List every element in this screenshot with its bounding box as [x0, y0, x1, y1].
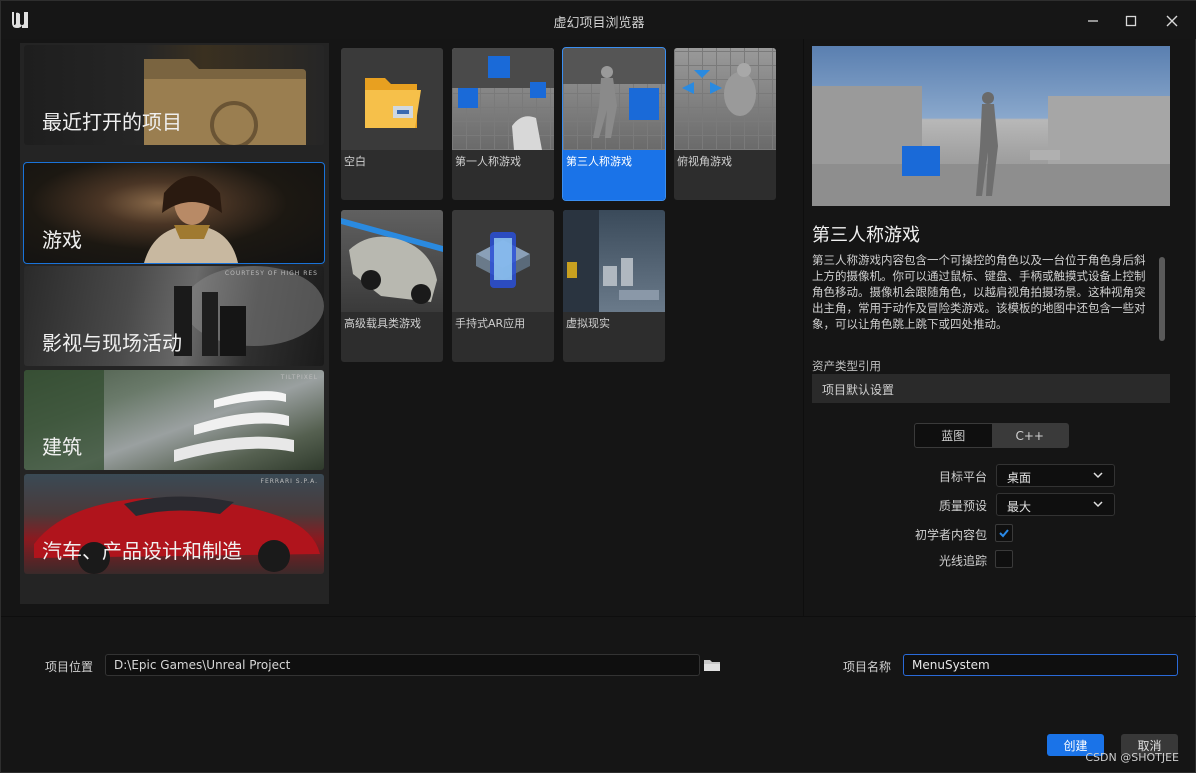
close-icon	[1166, 15, 1178, 27]
template-description: 第三人称游戏内容包含一个可操控的角色以及一台位于角色身后斜上方的摄像机。你可以通…	[812, 253, 1146, 331]
close-button[interactable]	[1152, 7, 1192, 35]
template-third-person[interactable]: 第三人称游戏	[562, 47, 666, 201]
template-preview-image	[812, 46, 1170, 206]
template-vehicle[interactable]: 高级载具类游戏	[341, 210, 443, 362]
browse-folder-icon[interactable]	[703, 657, 721, 673]
maximize-button[interactable]	[1111, 7, 1151, 35]
template-label: 第三人称游戏	[566, 155, 632, 168]
template-label: 高级载具类游戏	[344, 317, 421, 330]
raytracing-checkbox[interactable]	[995, 550, 1013, 568]
template-label: 第一人称游戏	[455, 155, 521, 168]
category-automotive[interactable]: FERRARI S.P.A. 汽车、产品设计和制造	[24, 474, 324, 574]
template-first-person[interactable]: 第一人称游戏	[452, 48, 554, 200]
project-name-input[interactable]: MenuSystem	[903, 654, 1178, 676]
template-title: 第三人称游戏	[812, 225, 920, 246]
project-defaults-header: 项目默认设置	[812, 374, 1170, 403]
category-architecture[interactable]: TILTPIXEL 建筑	[24, 370, 324, 470]
raytracing-label: 光线追踪	[938, 554, 987, 568]
window-title: 虚幻项目浏览器	[553, 16, 645, 31]
project-name-label: 项目名称	[843, 660, 892, 674]
category-games[interactable]: 游戏	[23, 162, 325, 264]
maximize-icon	[1125, 15, 1137, 27]
category-panel: 最近打开的项目 游戏 COURTESY OF HIGH RES 影视与现场活动	[20, 43, 329, 604]
project-location-label: 项目位置	[45, 660, 94, 674]
top-down-icon	[674, 48, 776, 150]
quality-preset-value: 最大	[1007, 500, 1032, 514]
category-film-live-events[interactable]: COURTESY OF HIGH RES 影视与现场活动	[24, 266, 324, 366]
quality-preset-dropdown[interactable]: 最大	[996, 493, 1115, 516]
minimize-button[interactable]	[1073, 7, 1113, 35]
blueprint-cpp-toggle[interactable]: 蓝图 C++	[914, 423, 1069, 448]
folder-icon	[341, 48, 443, 150]
image-credit: TILTPIXEL	[280, 374, 318, 381]
target-platform-dropdown[interactable]: 桌面	[996, 464, 1115, 487]
category-label: 建筑	[42, 435, 82, 459]
project-defaults-label: 项目默认设置	[822, 383, 895, 397]
quality-preset-label: 质量预设	[938, 499, 987, 513]
starter-content-checkbox[interactable]	[995, 524, 1013, 542]
category-label: 汽车、产品设计和制造	[42, 539, 242, 563]
image-credit: COURTESY OF HIGH RES	[224, 270, 318, 277]
image-credit: FERRARI S.P.A.	[260, 478, 318, 485]
template-top-down[interactable]: 俯视角游戏	[674, 48, 776, 200]
first-person-icon	[452, 48, 554, 150]
chevron-down-icon	[1093, 501, 1103, 508]
vr-icon	[563, 210, 665, 312]
vehicle-icon	[341, 210, 443, 312]
project-location-input[interactable]: D:\Epic Games\Unreal Project	[105, 654, 700, 676]
target-platform-value: 桌面	[1007, 471, 1032, 485]
template-label: 虚拟现实	[566, 317, 610, 330]
target-platform-label: 目标平台	[938, 470, 987, 484]
template-label: 手持式AR应用	[455, 317, 526, 330]
project-browser-window: 虚幻项目浏览器 最近打开的项目 游戏 COURTESY OF HIGH RES …	[0, 0, 1196, 773]
category-label: 游戏	[42, 228, 82, 252]
template-handheld-ar[interactable]: 手持式AR应用	[452, 210, 554, 362]
phone-ar-icon	[452, 210, 554, 312]
horizontal-divider	[1, 616, 1196, 617]
category-recent-projects[interactable]: 最近打开的项目	[24, 45, 324, 145]
category-label: 影视与现场活动	[42, 331, 182, 355]
template-label: 俯视角游戏	[677, 155, 732, 168]
minimize-icon	[1088, 20, 1098, 22]
chevron-down-icon	[1093, 472, 1103, 479]
cpp-option[interactable]: C++	[991, 424, 1068, 447]
starter-content-label: 初学者内容包	[914, 528, 987, 542]
title-bar[interactable]: 虚幻项目浏览器	[1, 1, 1196, 39]
template-vr[interactable]: 虚拟现实	[563, 210, 665, 362]
blueprint-option[interactable]: 蓝图	[915, 424, 992, 447]
third-person-icon	[563, 48, 665, 150]
watermark-text: CSDN @SHOTJEE	[1085, 751, 1179, 764]
vertical-divider	[803, 39, 804, 617]
asset-type-reference: 资产类型引用	[812, 359, 881, 373]
checkmark-icon	[999, 529, 1009, 538]
template-label: 空白	[344, 155, 366, 168]
template-blank[interactable]: 空白	[341, 48, 443, 200]
category-label: 最近打开的项目	[42, 110, 182, 134]
description-scrollbar[interactable]	[1159, 257, 1165, 341]
